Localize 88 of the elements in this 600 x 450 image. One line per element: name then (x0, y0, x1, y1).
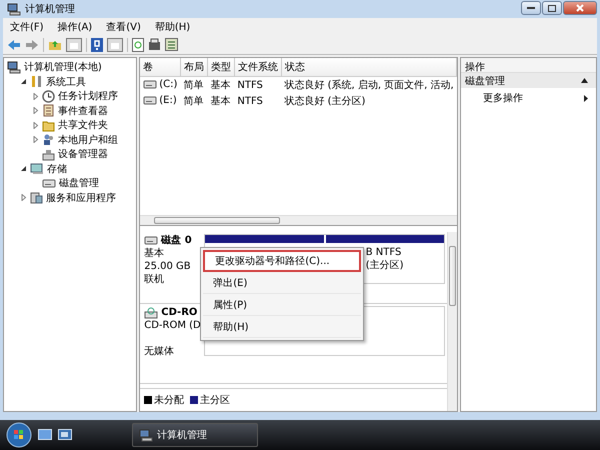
collapse-arrow-icon[interactable] (19, 78, 27, 86)
menu-item[interactable]: 属性(P) (203, 294, 362, 316)
storage-icon (30, 162, 44, 176)
panel-header: 操作 (461, 58, 596, 73)
maximize-icon (548, 4, 556, 12)
vertical-scrollbar[interactable] (447, 232, 458, 411)
menu-item[interactable]: 帮助(H) (148, 20, 198, 34)
column-header[interactable]: 类型 (207, 58, 234, 76)
tree-item[interactable]: 计算机管理(本地) (24, 60, 102, 74)
export-icon[interactable] (165, 38, 178, 51)
shared-folder-icon (42, 118, 55, 132)
pane-icon[interactable] (66, 38, 82, 52)
tree-item[interactable]: 系统工具 (46, 74, 86, 89)
tree-item[interactable]: 任务计划程序 (58, 89, 118, 104)
disk-info: 25.00 GB (144, 260, 192, 273)
table-cell: (C:) (159, 80, 178, 91)
table-cell: (E:) (159, 96, 177, 107)
table-cell: NTFS (237, 96, 263, 106)
legend-label: 未分配 (154, 394, 184, 407)
drive-icon (143, 79, 158, 90)
tree-item[interactable]: 存储 (47, 162, 67, 176)
desktop-icon[interactable] (38, 429, 52, 441)
tree-item[interactable]: 本地用户和组 (58, 132, 118, 147)
table-cell: 简单 (183, 80, 204, 91)
back-arrow-icon[interactable] (7, 38, 21, 50)
action-link[interactable]: 更多操作 (483, 91, 524, 105)
device-icon (42, 148, 55, 161)
pane-icon[interactable] (107, 38, 123, 52)
menu-item[interactable]: 更改驱动器号和路径(C)... (203, 250, 362, 272)
expand-arrow-icon[interactable] (31, 122, 39, 129)
disk-info: 联机 (144, 273, 166, 286)
app-icon (7, 2, 21, 16)
expand-arrow-icon[interactable] (31, 92, 39, 100)
tree-item[interactable]: 共享文件夹 (58, 118, 108, 132)
folder-up-icon[interactable] (48, 38, 62, 51)
table-cell: 状态良好 (系统, 启动, 页面文件, 活动, (284, 80, 454, 91)
taskbar-button[interactable]: 计算机管理 (132, 423, 258, 447)
clock-icon (42, 90, 55, 103)
tree-item[interactable]: 服务和应用程序 (46, 190, 116, 205)
submenu-arrow-icon[interactable] (584, 94, 588, 102)
users-icon (42, 133, 55, 146)
tree-item[interactable]: 设备管理器 (58, 147, 108, 162)
maximize-button[interactable] (542, 1, 562, 15)
expand-arrow-icon[interactable] (19, 194, 27, 202)
tree-item[interactable]: 磁盘管理 (59, 176, 99, 190)
minimize-icon (527, 6, 535, 10)
table-cell: 简单 (183, 96, 204, 107)
disk-info: 基本 (144, 247, 166, 260)
app-icon (139, 428, 153, 442)
expand-arrow-icon[interactable] (31, 136, 39, 144)
tree-item[interactable]: 事件查看器 (58, 104, 108, 118)
close-icon (576, 4, 584, 12)
minimize-button[interactable] (521, 1, 541, 15)
column-header[interactable]: 卷 (140, 58, 180, 76)
menu-item[interactable]: 查看(V) (99, 20, 148, 34)
window-title: 计算机管理 (25, 2, 75, 16)
expand-arrow-icon[interactable] (31, 107, 39, 114)
table-cell: NTFS (237, 80, 263, 90)
collapse-arrow-icon[interactable] (19, 165, 27, 172)
menu-item[interactable]: 弹出(E) (203, 272, 362, 294)
table-cell: 基本 (210, 96, 230, 107)
collapse-arrow-icon[interactable] (581, 78, 588, 83)
log-icon (42, 104, 55, 118)
table-cell: 基本 (210, 80, 230, 91)
properties-icon[interactable] (148, 38, 161, 51)
close-button[interactable] (563, 1, 597, 15)
partition-info: B NTFS (366, 246, 402, 259)
tools-icon (30, 75, 43, 88)
services-icon (30, 191, 43, 204)
column-header[interactable]: 布局 (180, 58, 208, 76)
table-cell: 状态良好 (主分区) (284, 96, 366, 107)
horizontal-scrollbar[interactable] (140, 215, 458, 225)
column-header[interactable]: 状态 (281, 58, 457, 76)
legend-label: 主分区 (200, 394, 230, 407)
refresh-icon[interactable] (132, 38, 144, 52)
start-button[interactable] (6, 422, 32, 448)
column-header[interactable]: 文件系统 (234, 58, 282, 76)
disk-name: CD-RO (161, 306, 198, 319)
menu-item[interactable]: 操作(A) (50, 20, 100, 34)
disk-name: 磁盘 0 (161, 234, 192, 247)
menu-item[interactable]: 文件(F) (3, 20, 51, 34)
window-switch-icon[interactable] (58, 429, 72, 441)
cd-drive-icon (144, 306, 158, 318)
disk-info: CD-ROM (D (144, 319, 202, 332)
partition-info: (主分区) (366, 259, 405, 272)
drive-icon (143, 95, 158, 106)
computer-icon (7, 60, 21, 74)
disk-info: 无媒体 (144, 345, 176, 358)
